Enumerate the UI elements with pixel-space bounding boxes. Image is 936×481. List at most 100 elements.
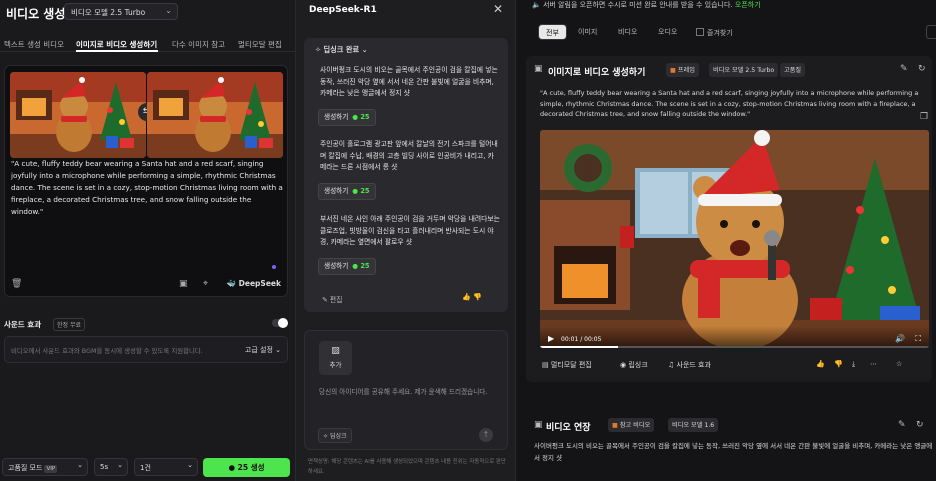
count-select[interactable]: 1건 ⌄ — [134, 458, 198, 476]
layout-icon[interactable] — [926, 25, 936, 39]
multimodal-edit-label: 멀티모달 편집 — [550, 361, 592, 369]
star-icon[interactable]: ☆ — [896, 360, 902, 368]
suggestion-generate-button[interactable]: 생성하기 ● 25 — [318, 258, 376, 275]
add-image-button[interactable]: ▨ 추가 — [319, 341, 352, 375]
video-progress-fill — [540, 346, 618, 348]
quality-mode-value: 고품질 모드 — [8, 464, 43, 472]
deepseek-assistant-panel: DeepSeek-R1 ✕ ✧ 딥싱크 완료 ⌄ 사이버펑크 도시의 비오는 골… — [296, 0, 516, 481]
suggestion-text: 부서진 네온 사인 아래 주인공이 검을 거두며 악당을 내려다보는 클로즈업,… — [320, 215, 500, 246]
video-player[interactable]: ▶ 00:01 / 00:05 🔊 ⛶ — [540, 130, 929, 348]
notice-open-link[interactable]: 오픈하기 — [735, 1, 761, 9]
deep-sync-chip[interactable]: ✧ 딥싱크 — [318, 428, 352, 443]
sound-effect-action-label: 사운드 효과 — [676, 361, 711, 369]
page-title: 비디오 생성 — [6, 7, 66, 21]
notice-text: 서버 알림을 오픈하면 수시로 미션 완료 안내를 받을 수 있습니다. — [542, 1, 733, 9]
tab-multimodal-edit[interactable]: 멀티모달 편집 — [238, 39, 282, 50]
sound-effect-toggle[interactable] — [272, 318, 288, 328]
fullscreen-icon[interactable]: ⛶ — [915, 334, 921, 344]
last-frame-image[interactable] — [147, 72, 283, 158]
play-icon[interactable]: ▶ — [548, 334, 554, 343]
suggestion-generate-button[interactable]: 생성하기 ● 25 — [318, 109, 376, 126]
edit-icon[interactable]: ✎ — [898, 420, 906, 430]
idea-input-placeholder[interactable]: 당신의 아이디어를 공유해 주세요. 제가 윤색해 드리겠습니다. — [319, 387, 499, 398]
first-frame-image[interactable] — [10, 72, 146, 158]
card-title: 비디오 연장 — [546, 423, 591, 433]
suggestion-generate-label: 생성하기 — [324, 262, 349, 270]
prompt-text[interactable]: "A cute, fluffy teddy bear wearing a San… — [11, 158, 283, 218]
brand-name: DeepSeek — [238, 279, 281, 288]
image-toolbar: 🗑 ▣ ⌖ 🐳 DeepSeek — [11, 278, 283, 292]
suggestion-cost: 25 — [360, 187, 370, 195]
sync-complete-label: 딥싱크 완료 — [323, 45, 360, 54]
duration-select[interactable]: 5s ⌄ — [94, 458, 128, 476]
credit-icon: ● — [352, 187, 359, 195]
history-feed-panel: 🔈 서버 알림을 오픈하면 수시로 미션 완료 안내를 받을 수 있습니다. 오… — [516, 0, 936, 481]
thumbnail-icon: ■ — [612, 422, 618, 429]
quality-mode-select[interactable]: 고품질 모드 VIP ⌄ — [2, 458, 88, 476]
sparkle-icon: ✧ — [315, 45, 322, 54]
suggestion-generate-label: 생성하기 — [324, 113, 349, 121]
volume-icon[interactable]: 🔊 — [895, 334, 905, 343]
idea-input-card[interactable]: ▨ 추가 당신의 아이디어를 공유해 주세요. 제가 윤색해 드리겠습니다. ✧… — [304, 330, 508, 450]
frame-chip: ■ 프레임 — [666, 63, 699, 77]
tab-text-to-video[interactable]: 텍스트 생성 비디오 — [4, 39, 64, 50]
music-icon: ♫ — [668, 361, 675, 369]
favorites-filter[interactable]: 즐겨찾기 — [696, 28, 733, 38]
eye-icon: ◉ — [620, 361, 627, 369]
reference-video-chip: ■ 참고 비디오 — [608, 418, 655, 432]
tab-multi-image-reference[interactable]: 다수 이미지 참고 — [172, 39, 225, 50]
lipsync-button[interactable]: ◉ 립싱크 — [620, 360, 648, 370]
image-input-area[interactable]: ⇆ "A cute, fluffy teddy bear wearing a S… — [4, 65, 288, 297]
trash-icon[interactable]: 🗑 — [11, 279, 22, 289]
frame-chip-label: 프레임 — [677, 67, 695, 74]
deep-sync-label: 딥싱크 — [329, 433, 347, 440]
thumbs-down-icon[interactable]: 👎 — [473, 293, 482, 301]
save-icon[interactable]: ▣ — [179, 279, 188, 289]
sync-complete-toggle[interactable]: ✧ 딥싱크 완료 ⌄ — [315, 45, 368, 55]
edit-icon[interactable]: ✎ — [900, 64, 908, 74]
sound-effect-input[interactable]: 비디오에서 사운드 효과와 BGM을 동시에 생성할 수 있도록 지원합니다. … — [4, 336, 288, 363]
vip-badge: VIP — [44, 465, 58, 473]
filter-video[interactable]: 비디오 — [611, 24, 644, 40]
suggestion-generate-button[interactable]: 생성하기 ● 25 — [318, 183, 376, 200]
video-frame — [540, 130, 929, 348]
close-icon[interactable]: ✕ — [493, 2, 503, 16]
generate-label: 생성 — [250, 463, 265, 472]
model-dropdown[interactable]: 비디오 모델 2.5 Turbo ⌄ — [64, 3, 178, 20]
notification-banner: 🔈 서버 알림을 오픈하면 수시로 미션 완료 안내를 받을 수 있습니다. 오… — [532, 0, 761, 10]
favorites-checkbox[interactable] — [696, 28, 704, 36]
filter-all[interactable]: 전부 — [538, 24, 567, 40]
thumbnail-icon: ■ — [670, 67, 676, 74]
filter-image[interactable]: 이미지 — [571, 24, 604, 40]
history-card-image-to-video: ▣ 이미지로 비디오 생성하기 ■ 프레임 비디오 모델 2.5 Turbo 고… — [526, 56, 932, 382]
send-icon[interactable]: ↑ — [479, 428, 493, 442]
favorites-label: 즐겨찾기 — [707, 29, 733, 37]
more-icon[interactable]: ⋯ — [870, 360, 877, 368]
credit-icon: ● — [352, 262, 359, 270]
chevron-down-icon: ⌄ — [187, 461, 193, 469]
sound-effect-button[interactable]: ♫ 사운드 효과 — [668, 360, 711, 370]
card-prompt: 사이버펑크 도시의 비오는 골목에서 주인공이 검을 칼집에 넣는 동작, 쓰러… — [534, 442, 933, 462]
generate-button[interactable]: ● 25 생성 — [203, 458, 290, 477]
video-progress-bar[interactable] — [540, 346, 929, 348]
thumbs-down-icon[interactable]: 👎 — [834, 360, 843, 368]
credit-icon: ● — [228, 463, 236, 472]
active-tab-indicator — [76, 50, 158, 52]
download-icon[interactable]: ⤓ — [852, 360, 855, 369]
location-pin-icon[interactable]: ⌖ — [203, 279, 208, 289]
tab-image-to-video[interactable]: 이미지로 비디오 생성하기 — [76, 39, 157, 50]
thumbs-up-icon[interactable]: 👍 — [816, 360, 825, 368]
multimodal-edit-button[interactable]: ▤ 멀티모달 편집 — [542, 360, 592, 370]
filter-audio[interactable]: 오디오 — [651, 24, 684, 40]
generation-controls: 고품질 모드 VIP ⌄ 5s ⌄ 1건 ⌄ ● 25 생성 — [0, 456, 295, 481]
chevron-down-icon: ⌄ — [117, 461, 123, 469]
copy-icon[interactable]: ❐ — [920, 112, 928, 122]
regenerate-icon[interactable]: ↻ — [918, 64, 926, 74]
quality-chip: 고품질 — [780, 63, 806, 77]
edit-button[interactable]: ✎ 편집 — [322, 294, 342, 304]
regenerate-icon[interactable]: ↻ — [916, 420, 924, 430]
thumbs-up-icon[interactable]: 👍 — [462, 293, 471, 301]
advanced-settings-button[interactable]: 고급 설정 ⌄ — [245, 345, 281, 355]
generation-tabs: 텍스트 생성 비디오 이미지로 비디오 생성하기 다수 이미지 참고 멀티모달 … — [0, 30, 295, 52]
credit-icon: ● — [352, 113, 359, 121]
